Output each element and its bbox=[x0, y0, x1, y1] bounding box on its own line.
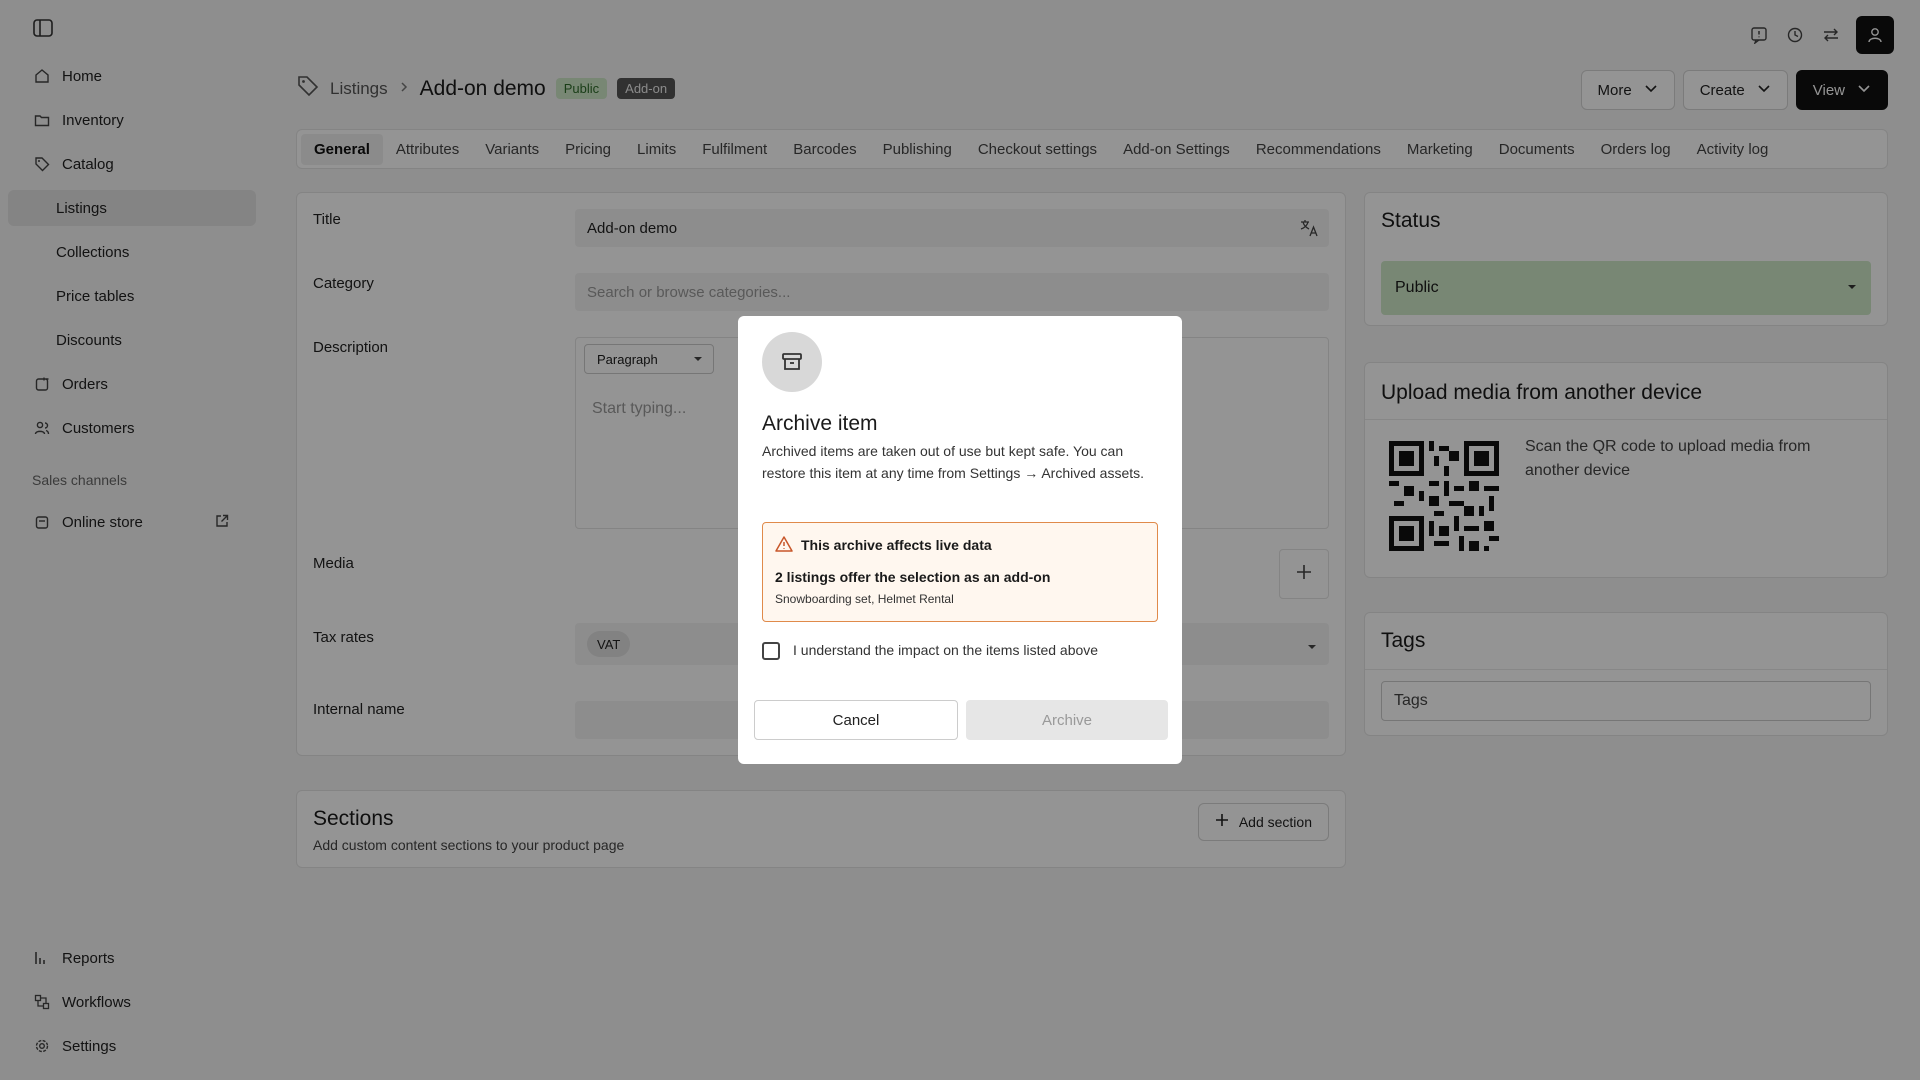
warning-title: This archive affects live data bbox=[801, 537, 992, 553]
understand-checkbox[interactable] bbox=[762, 642, 780, 660]
dialog-description: Archived items are taken out of use but … bbox=[762, 443, 1145, 481]
warning-icon bbox=[775, 535, 793, 553]
cancel-button[interactable]: Cancel bbox=[754, 700, 958, 740]
warning-detail: 2 listings offer the selection as an add… bbox=[775, 569, 1051, 585]
understand-checkbox-label[interactable]: I understand the impact on the items lis… bbox=[793, 642, 1098, 658]
archive-dialog: Archive item Archived items are taken ou… bbox=[738, 316, 1182, 764]
warning-affected-items: Snowboarding set, Helmet Rental bbox=[775, 592, 954, 606]
archive-button[interactable]: Archive bbox=[966, 700, 1168, 740]
dialog-title: Archive item bbox=[762, 412, 878, 435]
archive-icon bbox=[762, 332, 822, 392]
warning-box: This archive affects live data 2 listing… bbox=[762, 522, 1158, 622]
